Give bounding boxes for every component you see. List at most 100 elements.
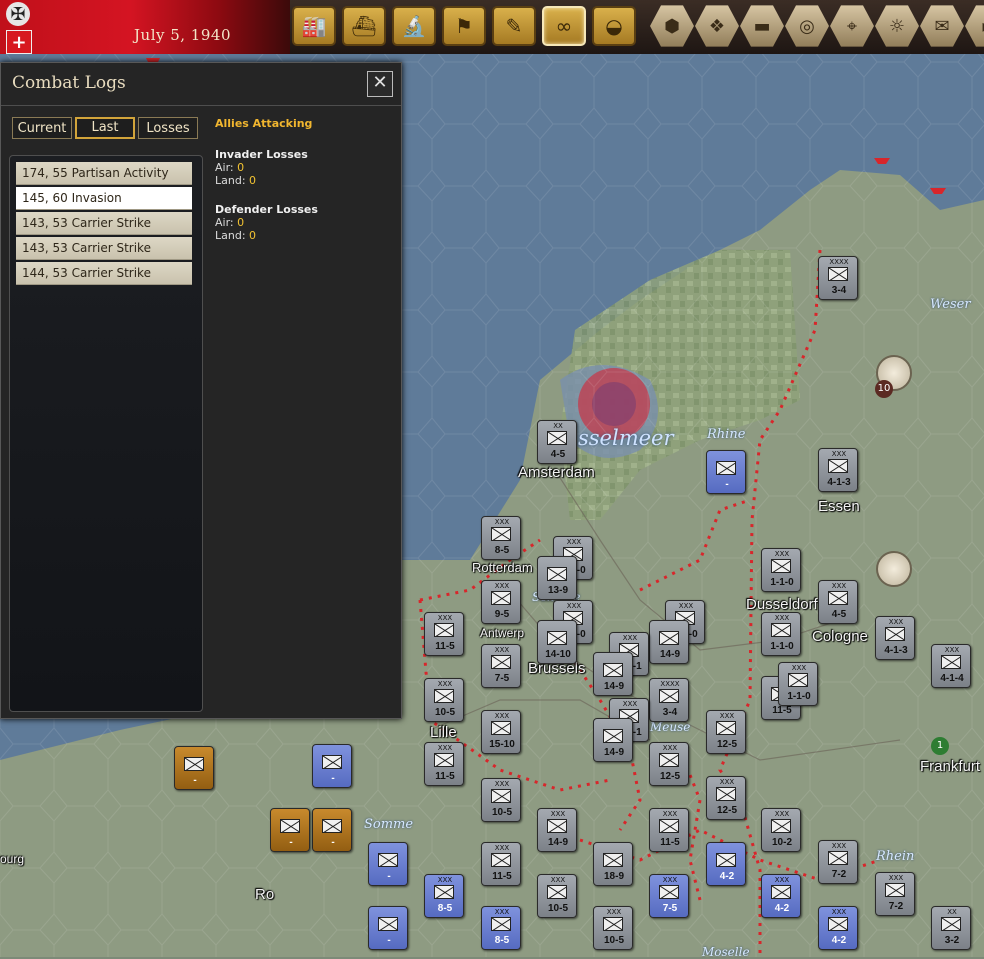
unit-size-label: XXX	[437, 614, 453, 622]
unit-counter[interactable]: -	[174, 746, 214, 790]
unit-counter[interactable]: 14-10	[537, 620, 577, 664]
tab-current[interactable]: Current	[12, 117, 72, 139]
armor-filter-button[interactable]: ▬	[740, 5, 784, 47]
unit-strength-label: 4-5	[550, 449, 566, 460]
unit-counter[interactable]: XX 4-5	[537, 420, 577, 464]
unit-counter[interactable]: XXX 4-1-4	[931, 644, 971, 688]
naval-button[interactable]: ⛴	[342, 6, 386, 46]
units-button[interactable]: ◒	[592, 6, 636, 46]
unit-counter[interactable]: -	[368, 906, 408, 950]
infantry-icon	[491, 655, 511, 669]
intel-button[interactable]: ∞	[542, 6, 586, 46]
unit-counter[interactable]: XXX 4-5	[818, 580, 858, 624]
unit-counter[interactable]: XXX 14-9	[537, 808, 577, 852]
frankfurt-count-badge: 1	[931, 737, 949, 755]
swiss-flag-icon[interactable]: +	[6, 30, 32, 54]
combat-log-list[interactable]: 174, 55 Partisan Activity 145, 60 Invasi…	[9, 155, 203, 712]
unit-counter[interactable]: -	[706, 450, 746, 494]
weather-filter-button[interactable]: ☼	[875, 5, 919, 47]
unit-counter[interactable]: XXX 11-5	[481, 842, 521, 886]
unit-counter[interactable]: XXX 7-2	[818, 840, 858, 884]
unit-counter[interactable]: XXX 7-5	[481, 644, 521, 688]
unit-counter[interactable]: -	[312, 808, 352, 852]
research-button[interactable]: 🔬	[392, 6, 436, 46]
unit-strength-label: 9-5	[494, 609, 510, 620]
factory-icon: 🏭	[301, 14, 327, 38]
unit-counter[interactable]: XXXX 3-4	[818, 256, 858, 300]
unit-counter[interactable]: -	[368, 842, 408, 886]
unit-counter[interactable]: XXX 15-10	[481, 710, 521, 754]
infantry-icon	[434, 623, 454, 637]
list-item[interactable]: 174, 55 Partisan Activity	[16, 162, 192, 185]
unit-counter[interactable]: XXX 11-5	[424, 742, 464, 786]
report-icon: ✎	[505, 14, 523, 38]
unit-counter[interactable]: XXX 12-5	[706, 776, 746, 820]
unit-strength-label: -	[331, 773, 335, 784]
target-filter-button[interactable]: ⌖	[830, 5, 874, 47]
unit-counter[interactable]: XXX 7-5	[649, 874, 689, 918]
decisions-button[interactable]: ⚑	[442, 6, 486, 46]
unit-counter[interactable]: XXX 1-1-0	[761, 612, 801, 656]
river-somme: Somme	[364, 817, 414, 832]
unit-strength-label: 3-2	[944, 935, 960, 946]
unit-counter[interactable]: 13-9	[537, 556, 577, 600]
unit-strength-label: 4-1-3	[827, 477, 851, 488]
unit-strength-label: 14-9	[659, 649, 680, 660]
list-item[interactable]: 145, 60 Invasion	[16, 187, 192, 210]
unit-counter[interactable]: XXX 4-2	[761, 874, 801, 918]
infantry-icon	[659, 885, 679, 899]
hex-filter-button[interactable]: ⬢	[650, 5, 694, 47]
unit-counter[interactable]: XXX 1-1-0	[761, 548, 801, 592]
unit-counter[interactable]: XXX 12-5	[649, 742, 689, 786]
unit-counter[interactable]: XXX 8-5	[481, 516, 521, 560]
unit-counter[interactable]: 4-2	[706, 842, 746, 886]
unit-counter[interactable]: XXX 9-5	[481, 580, 521, 624]
unit-size-label: XXX	[791, 664, 807, 672]
unit-counter[interactable]: -	[270, 808, 310, 852]
unit-counter[interactable]: 18-9	[593, 842, 633, 886]
unit-strength-label: 7-2	[888, 901, 904, 912]
unit-strength-label: 1-1-0	[770, 577, 794, 588]
unit-size-label: XXX	[719, 778, 735, 786]
unit-counter[interactable]: XXXX 3-4	[649, 678, 689, 722]
unit-counter[interactable]: XXX 11-5	[649, 808, 689, 852]
unit-counter[interactable]: XXX 1-1-0	[778, 662, 818, 706]
unit-counter[interactable]: XX 3-2	[931, 906, 971, 950]
unit-counter[interactable]: XXX 4-2	[818, 906, 858, 950]
unit-counter[interactable]: XXX 8-5	[481, 906, 521, 950]
unit-counter[interactable]: XXX 10-5	[481, 778, 521, 822]
unit-counter[interactable]: XXX 12-5	[706, 710, 746, 754]
unit-counter[interactable]: XXX 11-5	[424, 612, 464, 656]
list-item[interactable]: 143, 53 Carrier Strike	[16, 237, 192, 260]
unit-counter[interactable]: -	[312, 744, 352, 788]
unit-counter[interactable]: XXX 4-1-3	[818, 448, 858, 492]
tab-losses[interactable]: Losses	[138, 117, 198, 139]
unit-counter[interactable]: XXX 10-5	[593, 906, 633, 950]
unit-counter[interactable]: 14-9	[593, 652, 633, 696]
list-item[interactable]: 144, 53 Carrier Strike	[16, 262, 192, 285]
unit-size-label: XXX	[774, 550, 790, 558]
unit-strength-label: -	[387, 935, 391, 946]
list-item[interactable]: 143, 53 Carrier Strike	[16, 212, 192, 235]
partisan-marker-icon[interactable]	[876, 551, 912, 587]
unit-counter[interactable]: XXX 10-5	[537, 874, 577, 918]
unit-counter[interactable]: XXX 10-2	[761, 808, 801, 852]
unit-counter[interactable]: 14-9	[593, 718, 633, 762]
unit-counter[interactable]: 14-9	[649, 620, 689, 664]
unit-counter[interactable]: XXX 4-1-3	[875, 616, 915, 660]
more-filter-button[interactable]: ▸	[965, 5, 984, 47]
iron-cross-icon[interactable]: ✠	[6, 2, 30, 26]
economy-filter-button[interactable]: ◎	[785, 5, 829, 47]
reports-button[interactable]: ✎	[492, 6, 536, 46]
supply-filter-button[interactable]: ❖	[695, 5, 739, 47]
production-button[interactable]: 🏭	[292, 6, 336, 46]
unit-counter[interactable]: XXX 10-5	[424, 678, 464, 722]
unit-counter[interactable]: XXX 7-2	[875, 872, 915, 916]
unit-counter[interactable]: XXX 8-5	[424, 874, 464, 918]
messages-filter-button[interactable]: ✉	[920, 5, 964, 47]
unit-strength-label: 8-5	[494, 545, 510, 556]
unit-size-label: XX	[553, 422, 563, 430]
close-button[interactable]: ✕	[367, 71, 393, 97]
infantry-icon	[322, 819, 342, 833]
tab-last[interactable]: Last	[75, 117, 135, 139]
